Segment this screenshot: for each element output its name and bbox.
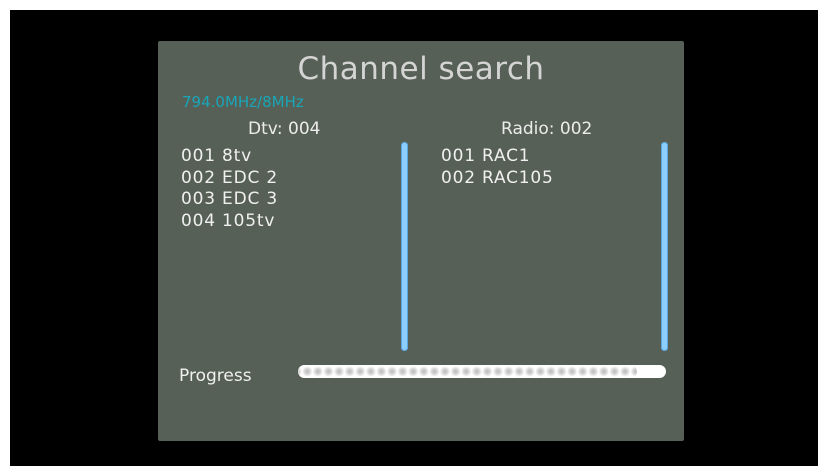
dtv-channel-list: 001 8tv 002 EDC 2 003 EDC 3 004 105tv xyxy=(181,146,278,232)
dtv-scrollbar[interactable] xyxy=(401,142,408,351)
progress-label: Progress xyxy=(179,366,252,386)
radio-channel-list: 001 RAC1 002 RAC105 xyxy=(441,146,554,189)
radio-channel-item[interactable]: 002 RAC105 xyxy=(441,168,554,190)
dtv-channel-item[interactable]: 001 8tv xyxy=(181,146,278,168)
progress-bar xyxy=(298,365,666,378)
radio-channel-item[interactable]: 001 RAC1 xyxy=(441,146,554,168)
dtv-channel-item[interactable]: 003 EDC 3 xyxy=(181,189,278,211)
dtv-count-header: Dtv: 004 xyxy=(248,119,321,139)
dtv-channel-item[interactable]: 004 105tv xyxy=(181,211,278,233)
radio-scrollbar[interactable] xyxy=(661,142,668,351)
dtv-channel-item[interactable]: 002 EDC 2 xyxy=(181,168,278,190)
tv-screen: Channel search 794.0MHz/8MHz Dtv: 004 00… xyxy=(10,10,818,466)
channel-search-panel: Channel search 794.0MHz/8MHz Dtv: 004 00… xyxy=(158,41,684,441)
frequency-readout: 794.0MHz/8MHz xyxy=(182,93,304,111)
progress-bar-fill xyxy=(298,365,637,378)
radio-count-header: Radio: 002 xyxy=(501,119,593,139)
page-title: Channel search xyxy=(297,51,545,87)
